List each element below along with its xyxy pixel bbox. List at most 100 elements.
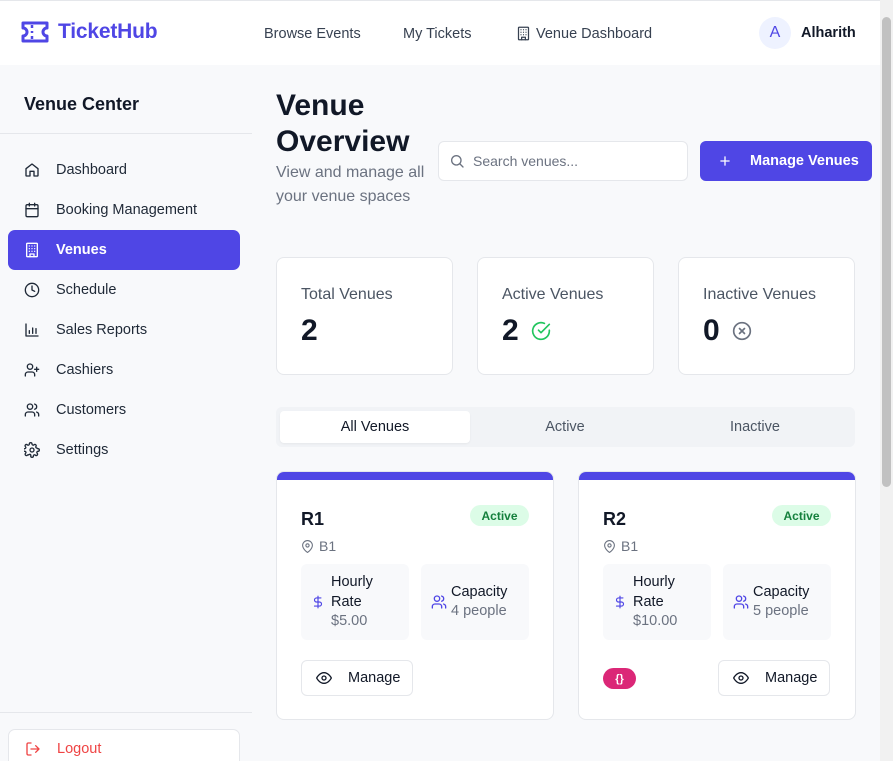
logout-label: Logout — [57, 741, 102, 757]
ticket-icon — [21, 21, 49, 43]
search-input[interactable] — [473, 153, 673, 169]
capacity-box: Capacity 4 people — [421, 564, 529, 640]
top-navigation-bar: TicketHub Browse Events My Tickets Venue… — [0, 0, 880, 65]
sidebar-item-settings[interactable]: Settings — [8, 430, 240, 470]
hourly-rate-box: Hourly Rate $5.00 — [301, 564, 409, 640]
capacity-box: Capacity 5 people — [723, 564, 831, 640]
avatar: A — [759, 17, 791, 49]
nav-venue-dashboard-label: Venue Dashboard — [536, 25, 653, 42]
stat-value: 2 — [301, 314, 318, 348]
plus-icon — [720, 156, 730, 166]
brand-logo[interactable]: TicketHub — [20, 19, 158, 45]
venue-card: R2 Active B1 Hourly Rate $10.00 Capacity… — [578, 471, 856, 720]
page-title: Venue Overview — [276, 89, 410, 158]
sidebar: Venue Center Dashboard Booking Managemen… — [0, 65, 252, 761]
tab-inactive[interactable]: Inactive — [660, 411, 850, 443]
venue-card-accent — [277, 472, 553, 480]
eye-icon — [733, 672, 749, 684]
stat-number: 2 — [301, 314, 318, 347]
sidebar-divider — [0, 133, 252, 134]
logout-button[interactable]: Logout — [8, 729, 240, 761]
sidebar-item-booking-management[interactable]: Booking Management — [8, 190, 240, 230]
manage-venue-label: Manage — [348, 670, 401, 686]
sidebar-item-label: Sales Reports — [56, 322, 148, 338]
search-icon — [451, 155, 464, 168]
user-menu[interactable]: A Alharith — [759, 17, 856, 49]
gear-icon — [24, 442, 40, 458]
venue-name: R2 — [603, 509, 627, 529]
status-badge: Active — [772, 505, 831, 526]
sidebar-item-label: Customers — [56, 402, 127, 418]
building-icon — [517, 26, 530, 41]
manage-venue-button[interactable]: Manage — [718, 660, 830, 696]
eye-icon — [316, 672, 332, 684]
sidebar-item-label: Schedule — [56, 282, 117, 298]
status-badge: Active — [470, 505, 529, 526]
sidebar-title: Venue Center — [24, 94, 140, 114]
dollar-icon — [313, 595, 323, 609]
venue-location: B1 — [603, 538, 638, 554]
manage-venue-label: Manage — [765, 670, 818, 686]
users-icon — [24, 403, 40, 417]
calendar-icon — [25, 202, 39, 218]
venue-card-accent — [579, 472, 855, 480]
logout-icon — [26, 742, 40, 756]
stat-value: 2 — [502, 314, 551, 348]
code-badge[interactable]: {} — [603, 668, 636, 689]
building-icon — [26, 242, 38, 258]
nav-venue-dashboard[interactable]: Venue Dashboard — [516, 1, 652, 66]
sidebar-item-label: Booking Management — [56, 202, 198, 218]
manage-venues-label: Manage Venues — [750, 153, 859, 169]
users-icon — [733, 595, 749, 609]
sidebar-item-schedule[interactable]: Schedule — [8, 270, 240, 310]
brand-name: TicketHub — [58, 20, 158, 43]
capacity-label: Capacity — [753, 584, 810, 600]
manage-venue-button[interactable]: Manage — [301, 660, 413, 696]
sidebar-item-sales-reports[interactable]: Sales Reports — [8, 310, 240, 350]
manage-venues-button[interactable]: Manage Venues — [700, 141, 872, 181]
tab-all-venues[interactable]: All Venues — [280, 411, 470, 443]
clock-icon — [24, 282, 40, 298]
tab-active[interactable]: Active — [470, 411, 660, 443]
page-subtitle: View and manage all your venue spaces — [276, 164, 425, 205]
sidebar-item-customers[interactable]: Customers — [8, 390, 240, 430]
map-pin-icon — [302, 539, 313, 553]
map-pin-icon — [604, 539, 615, 553]
sidebar-item-label: Venues — [56, 242, 107, 258]
hourly-rate-value: $10.00 — [633, 613, 678, 629]
stat-value: 0 — [703, 314, 752, 348]
users-icon — [431, 595, 447, 609]
sidebar-item-cashiers[interactable]: Cashiers — [8, 350, 240, 390]
nav-browse-events[interactable]: Browse Events — [264, 1, 361, 66]
check-circle-icon — [531, 321, 550, 341]
sidebar-item-label: Dashboard — [56, 162, 127, 178]
user-plus-icon — [24, 363, 40, 377]
stat-card-active: Active Venues 2 — [477, 257, 654, 375]
hourly-rate-box: Hourly Rate $10.00 — [603, 564, 711, 640]
capacity-label: Capacity — [451, 584, 508, 600]
sidebar-bottom-divider — [0, 712, 252, 713]
venue-location-text: B1 — [319, 538, 337, 554]
stat-label: Inactive Venues — [703, 286, 816, 303]
venue-location-text: B1 — [621, 538, 639, 554]
home-icon — [25, 163, 39, 177]
stat-number: 0 — [703, 314, 720, 347]
sidebar-item-venues[interactable]: Venues — [8, 230, 240, 270]
x-circle-icon — [732, 321, 751, 341]
user-name: Alharith — [801, 25, 856, 41]
venue-card: R1 Active B1 Hourly Rate $5.00 Capacity … — [276, 471, 554, 720]
hourly-rate-label: Hourly Rate — [331, 574, 373, 610]
venue-name: R1 — [301, 509, 325, 529]
sidebar-item-dashboard[interactable]: Dashboard — [8, 150, 240, 190]
nav-my-tickets[interactable]: My Tickets — [403, 1, 471, 66]
stat-number: 2 — [502, 314, 519, 347]
capacity-value: 5 people — [753, 603, 809, 619]
stat-card-total: Total Venues 2 — [276, 257, 453, 375]
stat-label: Active Venues — [502, 286, 604, 303]
capacity-value: 4 people — [451, 603, 507, 619]
venue-filter-tabs: All Venues Active Inactive — [276, 407, 855, 447]
search-box[interactable] — [438, 141, 688, 181]
stat-card-inactive: Inactive Venues 0 — [678, 257, 855, 375]
scrollbar-thumb[interactable] — [882, 17, 891, 487]
venue-location: B1 — [301, 538, 336, 554]
